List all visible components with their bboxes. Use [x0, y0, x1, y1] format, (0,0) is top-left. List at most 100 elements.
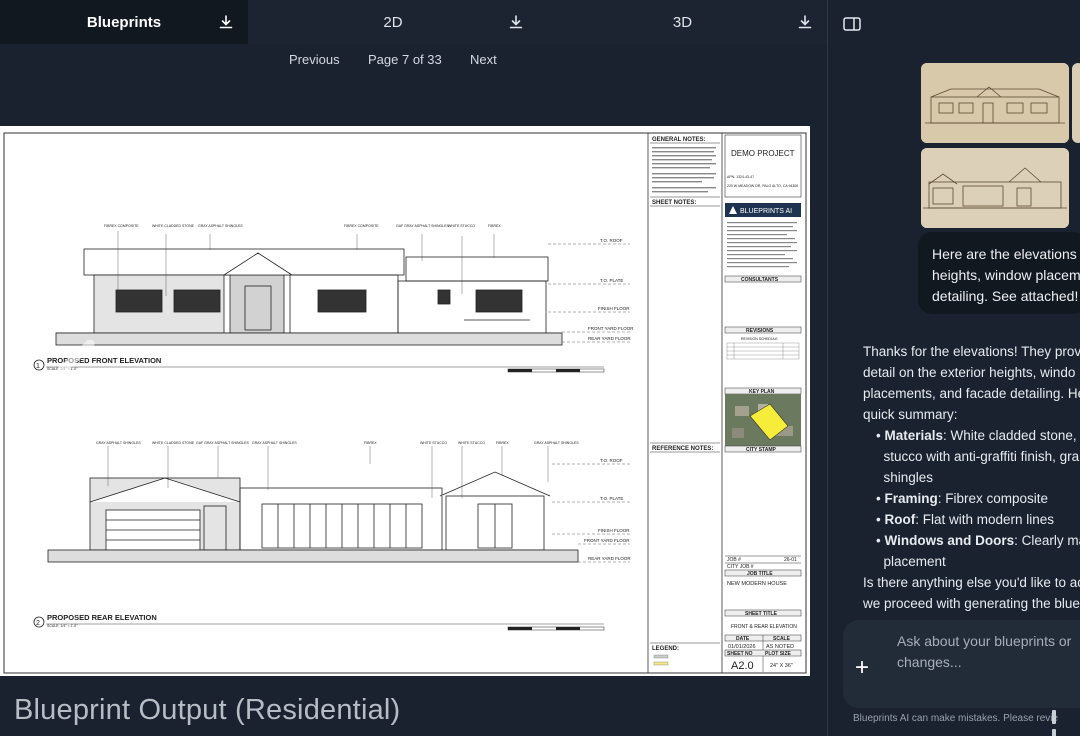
svg-text:T.O. ROOF: T.O. ROOF [600, 458, 623, 463]
disclaimer-text: Blueprints AI can make mistakes. Please … [853, 713, 1059, 724]
tab-2d[interactable]: 2D [248, 0, 538, 44]
elevation-title: PROPOSED REAR ELEVATION [47, 613, 157, 622]
svg-text:FIBREX COMPOSITE: FIBREX COMPOSITE [104, 224, 139, 228]
job-no-label: JOB # [727, 557, 741, 563]
city-stamp-heading: CITY STAMP [746, 447, 776, 453]
message-line: placements, and facade detailing. He [863, 386, 1080, 401]
bullet-continuation: stucco with anti-graffiti finish, gra [883, 449, 1080, 464]
svg-text:FIBREX: FIBREX [496, 441, 509, 445]
plot-size: 24" X 36" [770, 663, 793, 669]
svg-text:GRAY ASPHALT SHINGLES: GRAY ASPHALT SHINGLES [96, 441, 141, 445]
pause-icon[interactable] [1052, 710, 1064, 736]
svg-text:GAF GRAY ASPHALT SHINGLES: GAF GRAY ASPHALT SHINGLES [396, 224, 450, 228]
svg-text:T.O. PLATE: T.O. PLATE [600, 496, 623, 501]
reference-notes-heading: REFERENCE NOTES: [652, 446, 713, 452]
previous-button[interactable]: Previous [289, 52, 340, 67]
svg-text:GRAY ASPHALT SHINGLES: GRAY ASPHALT SHINGLES [252, 441, 297, 445]
panel-divider [827, 0, 828, 736]
add-attachment-icon[interactable]: + [855, 654, 869, 682]
sidebar-toggle-icon[interactable] [843, 17, 861, 31]
tab-label: 3D [672, 13, 693, 31]
sheet-title-label: SHEET TITLE [745, 611, 778, 617]
tab-label: Blueprints [86, 13, 162, 31]
bullet-continuation: placement [883, 554, 946, 569]
front-elevation-drawing [55, 248, 563, 346]
city-job-label: CITY JOB # [727, 564, 754, 570]
svg-text:FRONT YARD FLOOR: FRONT YARD FLOOR [584, 538, 630, 543]
tab-3d[interactable]: 3D [538, 0, 827, 44]
svg-text:GRAY ASPHALT SHINGLES: GRAY ASPHALT SHINGLES [198, 224, 243, 228]
project-name: DEMO PROJECT [731, 149, 795, 158]
sketch-image [921, 148, 1069, 228]
message-line: heights, window placeme [932, 267, 1080, 283]
svg-text:WHITE CLADDED STONE: WHITE CLADDED STONE [152, 224, 195, 228]
svg-text:FIBREX: FIBREX [364, 441, 377, 445]
date: 01/01/2026 [728, 644, 756, 650]
previous-page-arrow-icon[interactable] [52, 340, 102, 400]
sheet-title: FRONT & REAR ELEVATION [731, 624, 797, 630]
download-icon[interactable] [508, 14, 524, 30]
message-line: detailing. See attached! [932, 288, 1079, 304]
message-line: Thanks for the elevations! They prov [863, 344, 1080, 359]
general-notes-heading: GENERAL NOTES: [652, 137, 706, 143]
blueprint-drawing: T.O. ROOF T.O. PLATE FINISH FLOOR FRONT … [3, 132, 807, 674]
plot-size-label: PLOT SIZE [765, 651, 792, 657]
apn: APN: 1324-43-47 [727, 175, 754, 179]
bullet-item: • Framing: Fibrex composite [876, 491, 1049, 506]
tab-blueprints[interactable]: Blueprints [0, 0, 248, 44]
svg-text:GRAY ASPHALT SHINGLES: GRAY ASPHALT SHINGLES [534, 441, 579, 445]
brand-name: BLUEPRINTS AI [740, 208, 792, 215]
image-caption: Blueprint Output (Residential) [14, 694, 401, 726]
job-no: 26-01 [784, 557, 797, 563]
scale: AS NOTED [766, 644, 794, 650]
placeholder-line: Ask about your blueprints or [897, 633, 1072, 649]
svg-text:FIBREX: FIBREX [488, 224, 501, 228]
blueprint-sheet: T.O. ROOF T.O. PLATE FINISH FLOOR FRONT … [0, 126, 810, 676]
sheet-no: A2.0 [731, 660, 754, 672]
bullet-continuation: shingles [883, 470, 934, 485]
svg-text:FIBREX COMPOSITE: FIBREX COMPOSITE [344, 224, 379, 228]
consultants-heading: CONSULTANTS [741, 277, 779, 283]
attachment-thumbnail[interactable] [921, 63, 1069, 143]
rear-elevation-drawing [47, 471, 579, 563]
message-line: quick summary: [863, 407, 958, 422]
user-message: Here are the elevations t heights, windo… [932, 244, 1080, 307]
level-label: FINISH FLOOR [598, 306, 630, 311]
svg-text:WHITE STUCCO: WHITE STUCCO [448, 224, 475, 228]
svg-text:WHITE CLADDED STONE: WHITE CLADDED STONE [152, 441, 195, 445]
sheet-no-label: SHEET NO [727, 651, 753, 657]
svg-text:FINISH FLOOR: FINISH FLOOR [598, 528, 630, 533]
chat-input-placeholder[interactable]: Ask about your blueprints or changes... [897, 631, 1071, 673]
elevation-number: 1 [36, 363, 40, 370]
scale-note: SCALE: 1/4" = 1'-0" [47, 624, 78, 628]
bullet-item: • Materials: White cladded stone, [876, 428, 1077, 443]
sketch-image [921, 63, 1069, 143]
next-button[interactable]: Next [470, 52, 497, 67]
pagination: Previous Page 7 of 33 Next [0, 52, 827, 70]
legend-heading: LEGEND: [652, 646, 679, 652]
page-indicator: Page 7 of 33 [368, 52, 442, 67]
address: 220 W MEADOW DR, PALO ALTO, CA 94306 [727, 184, 798, 188]
attachment-thumbnail[interactable] [921, 148, 1069, 228]
view-tab-bar: Blueprints 2D 3D [0, 0, 827, 44]
revision-schedule: REVISION SCHEDULE [741, 337, 778, 341]
level-label: T.O. ROOF [600, 238, 623, 243]
placeholder-line: changes... [897, 654, 962, 670]
job-title: NEW MODERN HOUSE [727, 581, 787, 587]
download-icon[interactable] [797, 14, 813, 30]
elevation-number: 2 [36, 620, 40, 627]
tab-label: 2D [383, 13, 403, 31]
bullet-item: • Windows and Doors: Clearly ma [876, 533, 1080, 548]
job-title-label: JOB TITLE [747, 571, 773, 577]
attachment-thumbnail[interactable] [1072, 63, 1080, 143]
message-line: Is there anything else you'd like to ac [863, 575, 1080, 590]
message-line: we proceed with generating the blue [863, 596, 1080, 611]
message-line: detail on the exterior heights, windo [863, 365, 1076, 380]
date-label: DATE [736, 636, 750, 642]
level-label: T.O. PLATE [600, 278, 623, 283]
download-icon[interactable] [218, 14, 234, 30]
bullet-item: • Roof: Flat with modern lines [876, 512, 1055, 527]
level-label: REAR YARD FLOOR [588, 336, 631, 341]
scale-label: SCALE [773, 636, 791, 642]
message-line: Here are the elevations t [932, 246, 1080, 262]
